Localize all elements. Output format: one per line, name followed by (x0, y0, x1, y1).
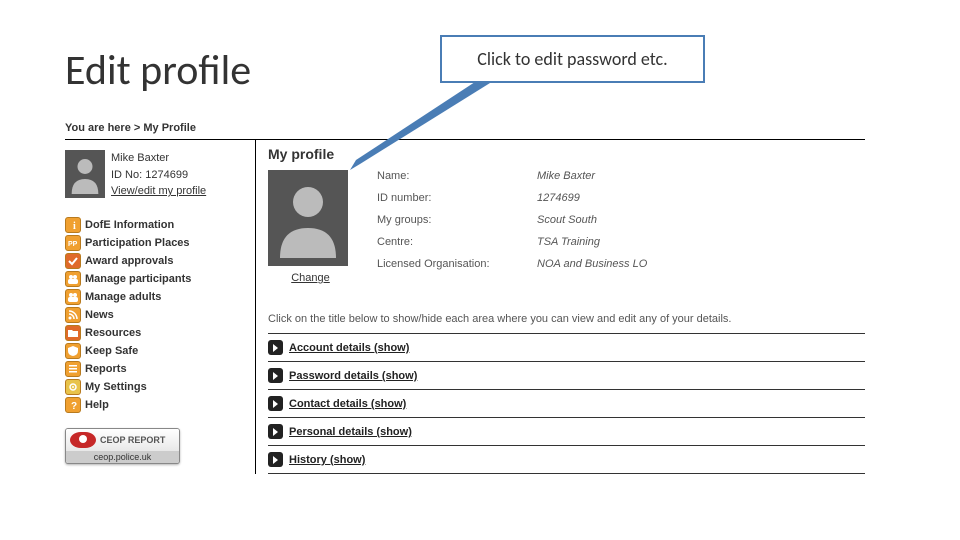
sidebar-item[interactable]: PP Participation Places (65, 234, 255, 252)
field-value-id: 1274699 (537, 192, 865, 204)
view-edit-profile-link[interactable]: View/edit my profile (111, 183, 206, 200)
breadcrumb-current[interactable]: My Profile (143, 122, 196, 134)
accordion-label: Account details (show) (289, 342, 409, 354)
sidebar-item-label: Reports (85, 363, 127, 375)
sidebar-item[interactable]: Resources (65, 324, 255, 342)
sidebar-item-label: Manage adults (85, 291, 161, 303)
sidebar-item-label: DofE Information (85, 219, 174, 231)
sidebar-item[interactable]: Manage participants (65, 270, 255, 288)
sidebar-item-label: Help (85, 399, 109, 411)
nav-icon: i (65, 217, 81, 233)
sidebar-item[interactable]: Award approvals (65, 252, 255, 270)
sidebar-nav: i DofE Information PP Participation Places A… (65, 216, 255, 414)
nav-icon (65, 325, 81, 341)
ceop-subtitle: ceop.police.uk (66, 451, 179, 463)
sidebar-item-label: My Settings (85, 381, 147, 393)
sidebar-item[interactable]: Manage adults (65, 288, 255, 306)
accordion-item[interactable]: History (show) (268, 445, 865, 474)
accordion-item[interactable]: Password details (show) (268, 361, 865, 389)
sidebar-item[interactable]: My Settings (65, 378, 255, 396)
accordion-item[interactable]: Contact details (show) (268, 389, 865, 417)
user-id-label: ID No: (111, 169, 142, 181)
main-panel: My profile Change Name: Mike Baxter ID n… (255, 140, 865, 474)
field-value-groups: Scout South (537, 214, 865, 226)
user-id: 1274699 (145, 169, 188, 181)
accordion-label: Password details (show) (289, 370, 417, 382)
ceop-report-badge[interactable]: CEOP REPORT ceop.police.uk (65, 428, 180, 464)
instruction-text: Click on the title below to show/hide ea… (268, 312, 865, 327)
profile-details: Name: Mike Baxter ID number: 1274699 My … (377, 170, 865, 284)
field-label-org: Licensed Organisation: (377, 258, 537, 270)
expand-icon (268, 340, 283, 355)
accordion-label: Contact details (show) (289, 398, 406, 410)
svg-text:?: ? (71, 401, 77, 411)
svg-text:PP: PP (68, 241, 78, 248)
field-label-id: ID number: (377, 192, 537, 204)
accordion-item[interactable]: Account details (show) (268, 333, 865, 361)
expand-icon (268, 396, 283, 411)
user-name: Mike Baxter (111, 150, 206, 167)
nav-icon: ? (65, 397, 81, 413)
nav-icon (65, 343, 81, 359)
sidebar-item[interactable]: Reports (65, 360, 255, 378)
sidebar-item[interactable]: ? Help (65, 396, 255, 414)
avatar-large (268, 170, 348, 266)
field-label-centre: Centre: (377, 236, 537, 248)
sidebar-item-label: Participation Places (85, 237, 190, 249)
avatar-small (65, 150, 105, 198)
expand-icon (268, 452, 283, 467)
breadcrumb: You are here > My Profile (65, 120, 865, 140)
ceop-title: CEOP REPORT (100, 435, 165, 445)
accordion-label: Personal details (show) (289, 426, 412, 438)
nav-icon: PP (65, 235, 81, 251)
sidebar-item-label: Award approvals (85, 255, 173, 267)
expand-icon (268, 368, 283, 383)
profile-heading: My profile (268, 146, 865, 162)
nav-icon (65, 361, 81, 377)
nav-icon (65, 289, 81, 305)
nav-icon (65, 253, 81, 269)
accordion-label: History (show) (289, 454, 365, 466)
field-value-centre: TSA Training (537, 236, 865, 248)
field-label-groups: My groups: (377, 214, 537, 226)
accordion: Account details (show) Password details (… (268, 333, 865, 474)
sidebar-item-label: Resources (85, 327, 141, 339)
sidebar-item-label: News (85, 309, 114, 321)
accordion-item[interactable]: Personal details (show) (268, 417, 865, 445)
eye-icon (70, 432, 96, 448)
user-summary: Mike Baxter ID No: 1274699 View/edit my … (65, 146, 255, 210)
field-value-name: Mike Baxter (537, 170, 865, 182)
field-label-name: Name: (377, 170, 537, 182)
sidebar-item[interactable]: i DofE Information (65, 216, 255, 234)
sidebar-item[interactable]: Keep Safe (65, 342, 255, 360)
page-title: Edit profile (65, 45, 251, 96)
nav-icon (65, 379, 81, 395)
expand-icon (268, 424, 283, 439)
sidebar-item-label: Manage participants (85, 273, 191, 285)
field-value-org: NOA and Business LO (537, 258, 865, 270)
sidebar-item[interactable]: News (65, 306, 255, 324)
nav-icon (65, 307, 81, 323)
svg-text:i: i (73, 221, 76, 231)
sidebar-item-label: Keep Safe (85, 345, 138, 357)
sidebar: Mike Baxter ID No: 1274699 View/edit my … (65, 140, 255, 474)
nav-icon (65, 271, 81, 287)
callout-annotation: Click to edit password etc. (440, 35, 705, 83)
breadcrumb-prefix: You are here > (65, 122, 140, 134)
change-avatar-link[interactable]: Change (291, 272, 330, 284)
